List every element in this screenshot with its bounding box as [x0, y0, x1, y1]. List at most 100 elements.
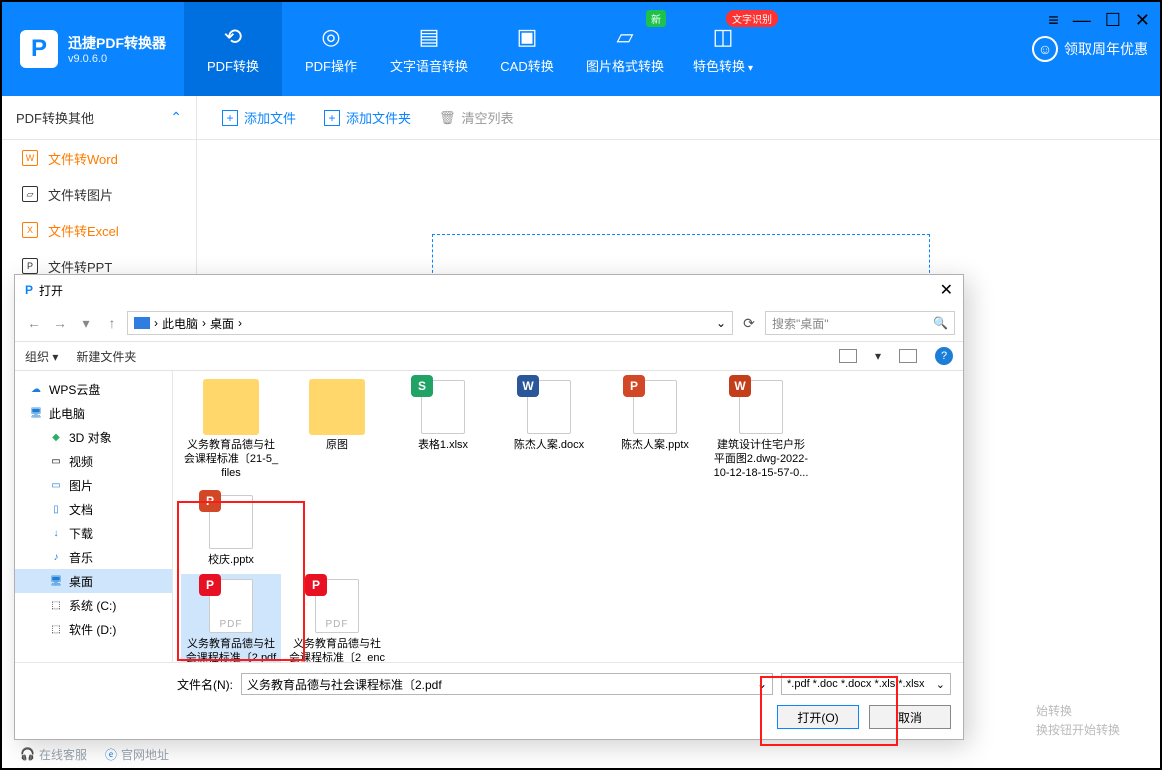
file-item-folder[interactable]: 原图: [287, 375, 387, 484]
tab-pdf-convert[interactable]: ⟲ PDF转换: [184, 2, 282, 96]
nav-tabs: ⟲ PDF转换 ◎ PDF操作 ▤ 文字语音转换 ▣ CAD转换 新 ▱ 图片格…: [184, 2, 772, 96]
address-bar[interactable]: › 此电脑 › 桌面 › ⌄: [127, 311, 733, 335]
organize-menu[interactable]: 组织 ▾: [25, 348, 58, 365]
search-icon: 🔍: [933, 316, 948, 330]
file-label: 表格1.xlsx: [418, 439, 468, 453]
dialog-app-icon: P: [25, 283, 33, 297]
nav-forward-icon[interactable]: →: [49, 312, 71, 334]
chevron-down-icon[interactable]: ⌄: [757, 677, 767, 691]
document-icon: ▯: [49, 502, 63, 516]
tab-cad[interactable]: ▣ CAD转换: [478, 2, 576, 96]
file-item-pdf[interactable]: PDFP义务教育品德与社会课程标准〔2_encode.pdf: [287, 574, 387, 662]
tree-item-desktop[interactable]: 🖥桌面: [15, 569, 172, 593]
preview-pane-icon[interactable]: [899, 349, 917, 363]
file-item-pptx[interactable]: P陈杰人案.pptx: [605, 375, 705, 484]
promo-button[interactable]: ☺ 领取周年优惠: [1032, 36, 1148, 62]
sidebar-header[interactable]: PDF转换其他 ⌃: [2, 96, 196, 140]
tree-label: 3D 对象: [69, 429, 112, 446]
tree-item-d-drive[interactable]: ⬚软件 (D:): [15, 617, 172, 641]
refresh-icon[interactable]: ⟳: [737, 312, 761, 334]
filename-value: 义务教育品德与社会课程标准〔2.pdf: [247, 676, 442, 693]
sidebar-item-excel[interactable]: X 文件转Excel: [2, 212, 196, 248]
dialog-titlebar: P 打开 ✕: [15, 275, 963, 305]
file-open-dialog: P 打开 ✕ ← → ▾ ↑ › 此电脑 › 桌面 › ⌄ ⟳ 搜索"桌面" 🔍…: [14, 274, 964, 740]
tree-item-pictures[interactable]: ▭图片: [15, 473, 172, 497]
website-link[interactable]: ⓔ官网地址: [105, 746, 169, 763]
dialog-bottom: 文件名(N): 义务教育品德与社会课程标准〔2.pdf ⌄ *.pdf *.doc…: [15, 662, 963, 739]
chevron-down-icon[interactable]: ⌄: [716, 316, 726, 330]
open-button[interactable]: 打开(O): [777, 705, 859, 729]
promo-label: 领取周年优惠: [1064, 39, 1148, 59]
online-service-link[interactable]: 🎧在线客服: [20, 746, 87, 763]
hint-line: 换按钮开始转换: [1036, 721, 1120, 740]
pptx-icon: P: [203, 494, 259, 550]
tree-item-documents[interactable]: ▯ 文档: [15, 497, 172, 521]
sidebar-item-image[interactable]: ▱ 文件转图片: [2, 176, 196, 212]
file-type-filter[interactable]: *.pdf *.doc *.docx *.xls *.xlsx⌄: [781, 673, 951, 695]
file-label: 建筑设计住宅户形平面图2.dwg-2022-10-12-18-15-57-0..…: [713, 439, 809, 480]
add-folder-button[interactable]: + 添加文件夹: [324, 108, 411, 127]
filename-input[interactable]: 义务教育品德与社会课程标准〔2.pdf ⌄: [241, 673, 773, 695]
excel-icon: X: [22, 222, 38, 238]
hint-line: 始转换: [1036, 702, 1120, 721]
pc-icon: 🖥: [29, 406, 43, 420]
user-icon: ☺: [1032, 36, 1058, 62]
add-file-button[interactable]: + 添加文件: [222, 108, 296, 127]
minimize-icon[interactable]: —: [1073, 10, 1091, 31]
tab-pdf-operate[interactable]: ◎ PDF操作: [282, 2, 380, 96]
filename-label: 文件名(N):: [177, 676, 233, 693]
tree-item-pc[interactable]: 🖥此电脑: [15, 401, 172, 425]
convert-icon: ⟲: [224, 24, 242, 50]
open-button-label: 打开(O): [797, 709, 838, 726]
view-mode-icon[interactable]: [839, 349, 857, 363]
folder-icon: [309, 379, 365, 435]
tree-item-video[interactable]: ▭ 视频: [15, 449, 172, 473]
menu-icon[interactable]: ≡: [1048, 10, 1059, 31]
close-icon[interactable]: ✕: [1135, 10, 1150, 31]
dialog-close-icon[interactable]: ✕: [940, 280, 953, 300]
nav-up-icon[interactable]: ↑: [101, 312, 123, 334]
tree-label: 文档: [69, 501, 93, 518]
maximize-icon[interactable]: ☐: [1105, 10, 1121, 31]
3d-icon: ◆: [49, 430, 63, 444]
filter-text: *.pdf *.doc *.docx *.xls *.xlsx: [787, 678, 925, 690]
sidebar-item-word[interactable]: W 文件转Word: [2, 140, 196, 176]
tree-item-downloads[interactable]: ↓下载: [15, 521, 172, 545]
file-item-pdf-selected[interactable]: PDFP义务教育品德与社会课程标准〔2.pdf: [181, 574, 281, 662]
folder-icon: [203, 379, 259, 435]
cancel-button[interactable]: 取消: [869, 705, 951, 729]
tree-item-c-drive[interactable]: ⬚系统 (C:): [15, 593, 172, 617]
special-icon: ◫: [713, 24, 734, 50]
path-segment[interactable]: 此电脑: [162, 315, 198, 332]
tab-tts[interactable]: ▤ 文字语音转换: [380, 2, 478, 96]
file-item-xlsx[interactable]: S表格1.xlsx: [393, 375, 493, 484]
tab-special[interactable]: 文字识别 ◫ 特色转换▾: [674, 2, 772, 96]
video-icon: ▭: [49, 454, 63, 468]
ppt-icon: P: [22, 258, 38, 274]
tree-item-3d[interactable]: ◆ 3D 对象: [15, 425, 172, 449]
file-item-folder[interactable]: 义务教育品德与社会课程标准〔21-5_files: [181, 375, 281, 484]
search-input[interactable]: 搜索"桌面" 🔍: [765, 311, 955, 335]
tree-item-wps[interactable]: ☁WPS云盘: [15, 377, 172, 401]
file-item-docx[interactable]: W陈杰人案.docx: [499, 375, 599, 484]
clear-list-button[interactable]: 🗑 清空列表: [439, 108, 514, 127]
audio-icon: ▤: [419, 24, 440, 50]
help-icon[interactable]: ?: [935, 347, 953, 365]
path-segment[interactable]: 桌面: [210, 315, 234, 332]
tab-image[interactable]: 新 ▱ 图片格式转换: [576, 2, 674, 96]
file-label: 原图: [326, 439, 348, 453]
tab-label: 文字语音转换: [390, 56, 468, 75]
file-label: 陈杰人案.pptx: [621, 439, 689, 453]
nav-recent-icon[interactable]: ▾: [75, 312, 97, 334]
file-item-pptx[interactable]: P校庆.pptx: [181, 490, 281, 572]
chevron-down-icon[interactable]: ▾: [875, 349, 881, 363]
sidebar-header-label: PDF转换其他: [16, 108, 94, 127]
new-folder-button[interactable]: 新建文件夹: [76, 348, 136, 365]
file-item-dwg[interactable]: W建筑设计住宅户形平面图2.dwg-2022-10-12-18-15-57-0.…: [711, 375, 811, 484]
sidebar-item-label: 文件转Excel: [48, 221, 119, 240]
tree-item-music[interactable]: ♪音乐: [15, 545, 172, 569]
image-icon: ▱: [617, 24, 634, 50]
nav-back-icon[interactable]: ←: [23, 312, 45, 334]
clear-list-label: 清空列表: [462, 108, 514, 127]
tree-label: 视频: [69, 453, 93, 470]
